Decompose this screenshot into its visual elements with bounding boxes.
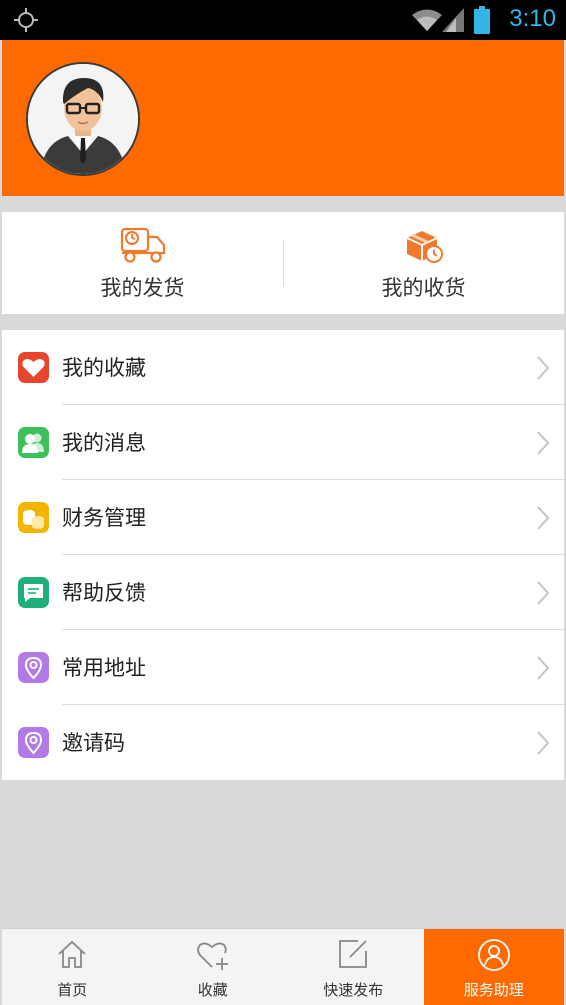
contacts-icon — [18, 427, 49, 458]
heart-plus-icon — [196, 942, 228, 970]
menu-item-addresses[interactable]: 常用地址 — [2, 630, 564, 705]
menu-item-invite-code[interactable]: 邀请码 — [2, 705, 564, 780]
menu-item-label: 常用地址 — [62, 656, 146, 680]
location-pin-icon — [18, 727, 49, 758]
menu-item-help-feedback[interactable]: 帮助反馈 — [2, 555, 564, 630]
status-clock: 3:10 — [509, 5, 556, 32]
signal-icon — [442, 8, 464, 32]
menu-item-label: 帮助反馈 — [62, 581, 146, 605]
bottom-tab-bar: 首页 收藏 快速发布 服务助理 — [2, 928, 564, 1005]
menu-item-messages[interactable]: 我的消息 — [2, 405, 564, 480]
profile-header — [2, 40, 564, 196]
my-receipts-button[interactable]: 我的收货 — [283, 212, 564, 314]
tab-quick-publish[interactable]: 快速发布 — [283, 929, 424, 1005]
tab-service-assistant[interactable]: 服务助理 — [423, 929, 564, 1005]
location-pin-icon — [18, 652, 49, 683]
menu-item-label: 我的消息 — [62, 431, 146, 455]
my-receipts-label: 我的收货 — [381, 276, 466, 300]
coins-icon — [18, 502, 49, 533]
tab-home[interactable]: 首页 — [2, 929, 143, 1005]
heart-icon — [18, 352, 49, 383]
avatar[interactable] — [26, 62, 140, 176]
tab-label: 快速发布 — [323, 981, 384, 999]
chevron-right-icon — [537, 431, 550, 455]
wifi-icon — [412, 9, 442, 31]
tab-label: 服务助理 — [463, 981, 524, 999]
menu-item-label: 我的收藏 — [62, 356, 146, 380]
tab-label: 首页 — [57, 981, 88, 999]
my-shipments-button[interactable]: 我的发货 — [2, 212, 283, 314]
gps-icon — [14, 8, 38, 32]
tab-favorites[interactable]: 收藏 — [143, 929, 284, 1005]
menu-item-favorites[interactable]: 我的收藏 — [2, 330, 564, 405]
chevron-right-icon — [537, 731, 550, 755]
shortcut-row: 我的发货 我的收货 — [2, 212, 564, 314]
chat-icon — [18, 577, 49, 608]
user-avatar-icon — [28, 64, 138, 174]
chevron-right-icon — [537, 656, 550, 680]
person-circle-icon — [477, 939, 510, 971]
menu-item-label: 邀请码 — [62, 731, 125, 755]
tab-label: 收藏 — [197, 981, 228, 999]
menu-item-finance[interactable]: 财务管理 — [2, 480, 564, 555]
battery-icon — [474, 6, 490, 34]
menu-list: 我的收藏 我的消息 财务管理 帮助反馈 常用地址 邀请码 — [2, 330, 564, 780]
package-clock-icon — [406, 231, 443, 263]
chevron-right-icon — [537, 506, 550, 530]
chevron-right-icon — [537, 356, 550, 380]
status-bar: 3:10 — [0, 0, 566, 40]
home-icon — [58, 940, 86, 968]
menu-item-label: 财务管理 — [62, 506, 146, 530]
chevron-right-icon — [537, 581, 550, 605]
edit-icon — [339, 940, 368, 968]
delivery-truck-icon — [120, 227, 165, 263]
my-shipments-label: 我的发货 — [100, 276, 185, 300]
